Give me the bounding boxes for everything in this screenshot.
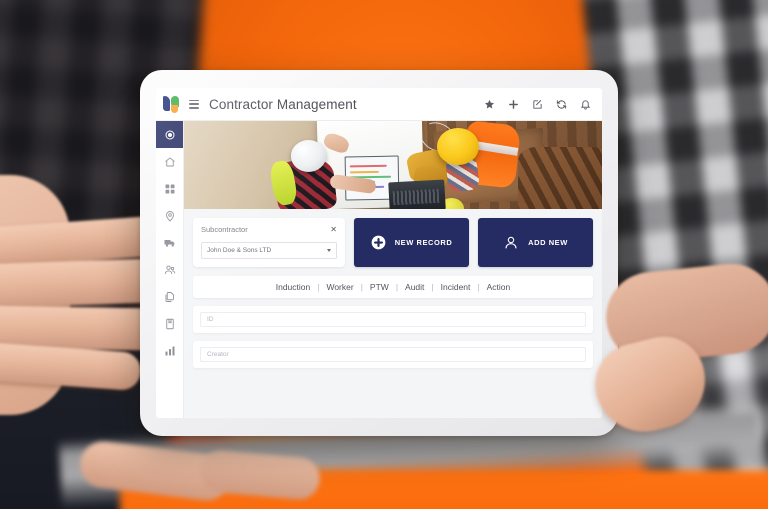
white-hard-hat xyxy=(290,140,327,173)
tab-separator: | xyxy=(395,282,399,292)
hero-banner-image xyxy=(184,121,602,209)
chevron-down-icon xyxy=(327,249,331,252)
id-field-row: ID xyxy=(193,306,593,333)
new-record-button[interactable]: NEW RECORD xyxy=(354,218,469,267)
sidebar-nav xyxy=(156,121,184,418)
tab-separator: | xyxy=(431,282,434,292)
sidebar-item-modules[interactable] xyxy=(156,175,183,202)
tab-separator: | xyxy=(360,282,363,292)
creator-input[interactable]: Creator xyxy=(200,347,586,362)
sidebar-item-home[interactable] xyxy=(156,148,183,175)
page-title: Contractor Management xyxy=(209,96,357,112)
lower-fingers xyxy=(77,439,322,509)
tab-action[interactable]: Action xyxy=(487,282,511,292)
tablet-screen: Contractor Management Subcontractor ✕ Jo… xyxy=(156,88,602,418)
app-body: Subcontractor ✕ John Doe & Sons LTD NEW … xyxy=(156,121,602,418)
edit-icon[interactable] xyxy=(532,99,543,110)
tab-audit[interactable]: Audit xyxy=(405,282,424,292)
refresh-icon[interactable] xyxy=(556,99,567,110)
sidebar-item-people[interactable] xyxy=(156,256,183,283)
right-hand xyxy=(586,259,768,470)
tab-ptw[interactable]: PTW xyxy=(370,282,389,292)
tab-worker[interactable]: Worker xyxy=(326,282,353,292)
sidebar-item-reports[interactable] xyxy=(156,337,183,364)
sidebar-item-plant[interactable] xyxy=(156,229,183,256)
hamburger-icon[interactable] xyxy=(189,99,199,109)
close-icon[interactable]: ✕ xyxy=(330,225,337,234)
add-new-button[interactable]: ADD NEW xyxy=(478,218,593,267)
sidebar-item-dashboard[interactable] xyxy=(156,121,183,148)
main-content: Subcontractor ✕ John Doe & Sons LTD NEW … xyxy=(184,121,602,418)
tab-incident[interactable]: Incident xyxy=(441,282,471,292)
bell-icon[interactable] xyxy=(580,99,591,110)
subcontractor-select[interactable]: John Doe & Sons LTD xyxy=(201,242,337,259)
sidebar-item-documents[interactable] xyxy=(156,283,183,310)
tab-separator: | xyxy=(317,282,320,292)
record-type-tabs: Induction | Worker | PTW | Audit | Incid… xyxy=(193,276,593,298)
subcontractor-filter-card: Subcontractor ✕ John Doe & Sons LTD xyxy=(193,218,345,267)
sidebar-item-locations[interactable] xyxy=(156,202,183,229)
yellow-hard-hat xyxy=(436,128,479,165)
new-record-label: NEW RECORD xyxy=(394,238,453,247)
add-new-label: ADD NEW xyxy=(528,238,568,247)
action-row: Subcontractor ✕ John Doe & Sons LTD NEW … xyxy=(184,209,602,267)
tab-induction[interactable]: Induction xyxy=(276,282,311,292)
star-icon[interactable] xyxy=(484,99,495,110)
sidebar-item-register[interactable] xyxy=(156,310,183,337)
app-header: Contractor Management xyxy=(156,88,602,121)
header-actions xyxy=(484,99,591,110)
subcontractor-label: Subcontractor xyxy=(201,225,248,234)
id-input[interactable]: ID xyxy=(200,312,586,327)
tablet-device: Contractor Management Subcontractor ✕ Jo… xyxy=(140,70,618,436)
circle-plus-icon xyxy=(371,235,386,250)
subcontractor-select-value: John Doe & Sons LTD xyxy=(207,247,272,254)
plus-icon[interactable] xyxy=(508,99,519,110)
creator-field-row: Creator xyxy=(193,341,593,368)
app-logo-icon[interactable] xyxy=(163,95,180,113)
person-add-icon xyxy=(503,235,519,251)
tab-separator: | xyxy=(477,282,480,292)
screenshot-stage: Contractor Management Subcontractor ✕ Jo… xyxy=(0,0,768,509)
